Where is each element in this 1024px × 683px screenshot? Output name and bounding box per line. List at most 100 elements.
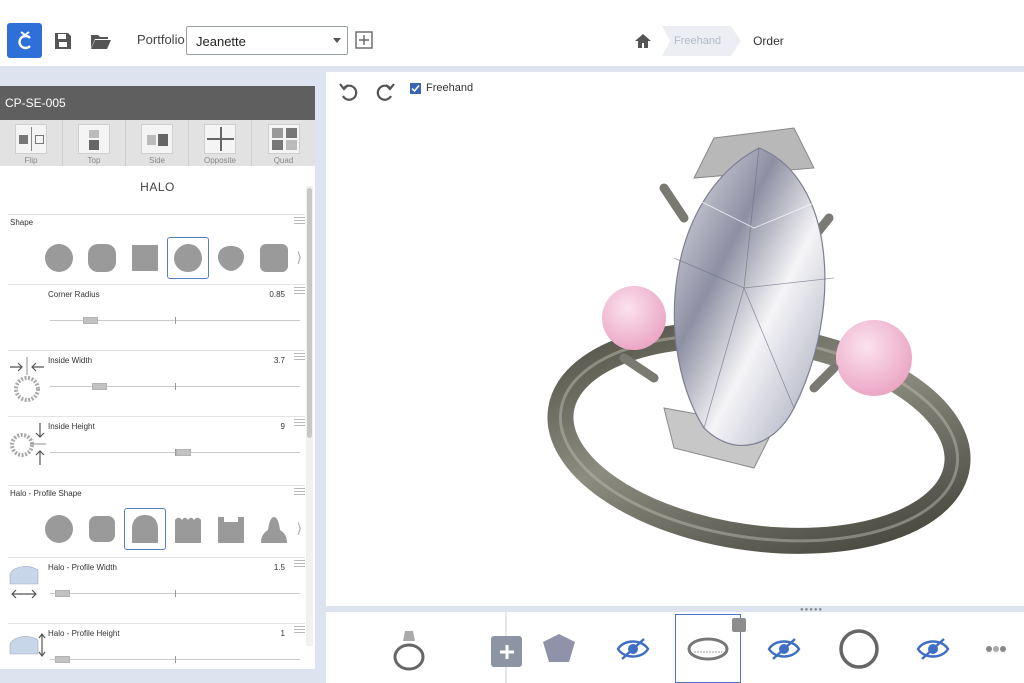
corner-radius-slider-knob[interactable] bbox=[83, 317, 98, 324]
view-quad-label: Quad bbox=[273, 156, 294, 165]
notched-profile-icon bbox=[218, 517, 244, 543]
chevron-down-icon bbox=[333, 38, 341, 43]
home-button[interactable] bbox=[632, 30, 654, 52]
profile-width-slider-knob[interactable] bbox=[55, 590, 70, 597]
inside-height-group: Inside Height 9 bbox=[8, 416, 305, 486]
view-top-button[interactable]: Top bbox=[63, 120, 126, 166]
view-side-label: Side bbox=[148, 156, 165, 165]
eye-slash-icon bbox=[916, 637, 950, 660]
thumbnail-gem[interactable] bbox=[526, 614, 592, 683]
view-flip-button[interactable]: Flip bbox=[0, 120, 63, 166]
view-top-label: Top bbox=[87, 156, 101, 165]
ring-thumbnail-icon bbox=[393, 630, 425, 670]
shape-option-rounded-square[interactable] bbox=[167, 237, 209, 279]
breadcrumb: Freehand Order bbox=[632, 26, 784, 56]
inside-width-value: 3.7 bbox=[273, 356, 285, 365]
ring-3d-model[interactable] bbox=[544, 108, 984, 578]
shape-group-label: Shape bbox=[10, 218, 34, 227]
inside-width-diagram-icon bbox=[10, 357, 44, 402]
refresh-logo-icon bbox=[17, 30, 31, 49]
portfolio-select-value: Jeanette bbox=[196, 34, 246, 49]
chevron-right-icon[interactable]: ⟩ bbox=[297, 249, 302, 266]
thumbnail-hidden-2[interactable] bbox=[751, 614, 817, 683]
add-portfolio-button[interactable] bbox=[355, 31, 373, 49]
circle-shape-icon bbox=[45, 244, 73, 272]
profile-shape-options bbox=[38, 508, 296, 550]
menu-icon[interactable] bbox=[294, 488, 305, 498]
shape-group: Shape ⟩ bbox=[8, 214, 305, 286]
gem-thumbnail-icon bbox=[543, 633, 575, 662]
freehand-checkbox[interactable]: Freehand bbox=[410, 82, 473, 94]
shape-option-circle[interactable] bbox=[38, 237, 80, 279]
menu-icon[interactable] bbox=[294, 419, 305, 429]
shape-option-cushion[interactable] bbox=[81, 237, 123, 279]
panel-scrollbar-thumb[interactable] bbox=[307, 188, 312, 438]
inside-width-slider-knob[interactable] bbox=[92, 383, 107, 390]
menu-icon[interactable] bbox=[294, 287, 305, 297]
quad-view-icon bbox=[267, 124, 300, 154]
corner-radius-slider[interactable] bbox=[50, 317, 300, 324]
top-view-icon bbox=[78, 124, 110, 154]
thumbnail-hidden-1[interactable] bbox=[600, 614, 666, 683]
profile-height-label: Halo - Profile Height bbox=[48, 629, 120, 638]
profile-height-slider[interactable] bbox=[50, 656, 300, 663]
profile-option-round[interactable] bbox=[38, 508, 80, 550]
thumbnail-ring-preview[interactable] bbox=[376, 614, 442, 683]
inside-height-slider-knob[interactable] bbox=[176, 449, 191, 456]
app-logo-button[interactable] bbox=[7, 23, 42, 58]
inside-width-slider[interactable] bbox=[50, 383, 300, 390]
view-opposite-label: Opposite bbox=[203, 156, 237, 165]
profile-option-square[interactable] bbox=[81, 508, 123, 550]
corner-radius-label: Corner Radius bbox=[48, 290, 100, 299]
corner-radius-value: 0.85 bbox=[269, 290, 285, 299]
inside-width-group: Inside Width 3.7 bbox=[8, 350, 305, 416]
slider-center-tick bbox=[175, 656, 176, 663]
thumbnail-band[interactable] bbox=[826, 614, 892, 683]
chevron-right-icon[interactable]: ⟩ bbox=[297, 520, 302, 537]
view-mode-row: Flip Top Side Opposite Quad bbox=[0, 120, 315, 166]
profile-width-slider[interactable] bbox=[50, 590, 300, 597]
portfolio-label: Portfolio bbox=[137, 32, 185, 47]
profile-option-dome[interactable] bbox=[124, 508, 166, 550]
model-id-header: CP-SE-005 bbox=[0, 86, 315, 120]
inside-height-diagram-icon bbox=[10, 423, 46, 465]
menu-icon[interactable] bbox=[294, 353, 305, 363]
halo-band-thumbnail-icon bbox=[687, 637, 729, 660]
inside-height-label: Inside Height bbox=[48, 422, 95, 431]
corner-radius-group: Corner Radius 0.85 bbox=[8, 284, 305, 350]
shape-option-heart[interactable] bbox=[210, 237, 252, 279]
profile-option-notched[interactable] bbox=[210, 508, 252, 550]
flip-view-icon bbox=[15, 124, 47, 154]
view-side-button[interactable]: Side bbox=[126, 120, 189, 166]
rounded-square-shape-icon bbox=[174, 244, 202, 272]
profile-height-slider-knob[interactable] bbox=[55, 656, 70, 663]
3d-viewport[interactable]: Freehand bbox=[326, 72, 1024, 606]
dome-profile-icon bbox=[132, 515, 158, 543]
add-component-button[interactable] bbox=[491, 636, 522, 667]
shape-option-octagon[interactable] bbox=[253, 237, 295, 279]
inside-height-slider[interactable] bbox=[50, 449, 300, 456]
home-icon bbox=[635, 34, 651, 48]
undo-button[interactable] bbox=[338, 82, 360, 102]
shape-option-square[interactable] bbox=[124, 237, 166, 279]
shape-options bbox=[38, 237, 296, 279]
breadcrumb-freehand[interactable]: Freehand bbox=[662, 26, 742, 56]
top-toolbar: Portfolio Jeanette Freehand Order bbox=[0, 0, 1024, 66]
thumbnail-menu-icon[interactable] bbox=[732, 618, 746, 632]
profile-option-bell[interactable] bbox=[253, 508, 295, 550]
round-profile-icon bbox=[45, 515, 73, 543]
thumbnail-hidden-3[interactable] bbox=[900, 614, 966, 683]
menu-icon[interactable] bbox=[294, 560, 305, 570]
plus-icon bbox=[499, 644, 514, 659]
profile-option-crown[interactable] bbox=[167, 508, 209, 550]
open-folder-button[interactable] bbox=[90, 30, 112, 52]
save-button[interactable] bbox=[52, 30, 74, 52]
redo-button[interactable] bbox=[374, 82, 396, 102]
thumbnail-accent[interactable] bbox=[968, 614, 1024, 683]
view-quad-button[interactable]: Quad bbox=[252, 120, 315, 166]
portfolio-select[interactable]: Jeanette bbox=[186, 26, 348, 55]
breadcrumb-order[interactable]: Order bbox=[753, 34, 784, 48]
menu-icon[interactable] bbox=[294, 626, 305, 636]
view-opposite-button[interactable]: Opposite bbox=[189, 120, 252, 166]
menu-icon[interactable] bbox=[294, 217, 305, 227]
